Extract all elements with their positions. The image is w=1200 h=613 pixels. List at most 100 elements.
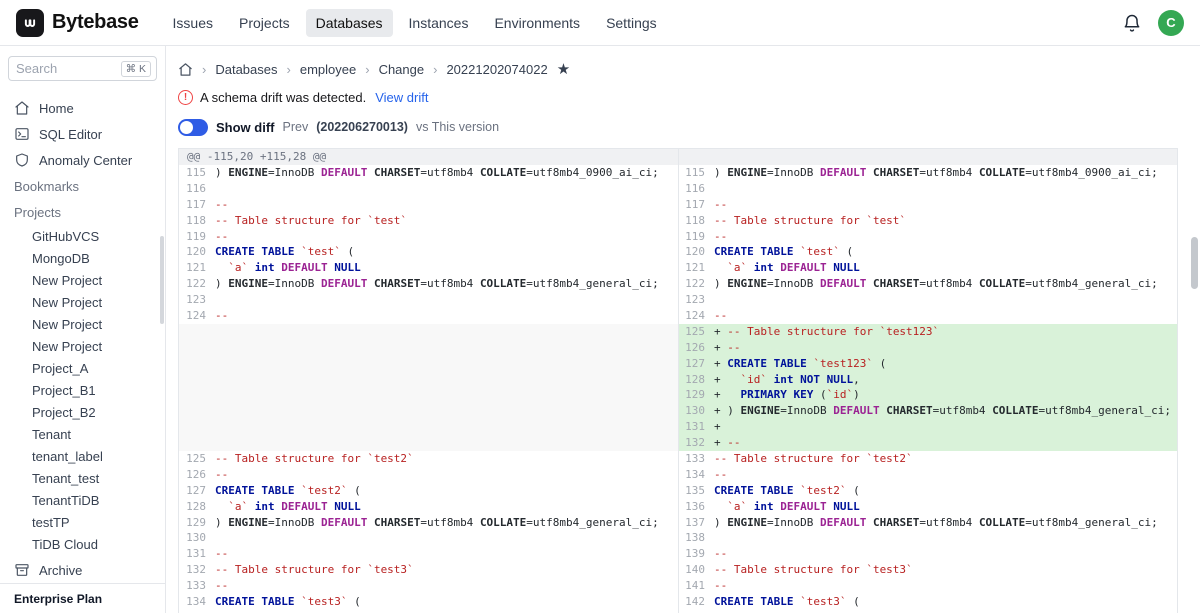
diff-cell-left — [179, 324, 678, 340]
diff-cell-right: 120CREATE TABLE `test` ( — [678, 244, 1177, 260]
diff-cell-left: 131-- — [179, 546, 678, 562]
line-number: 121 — [678, 260, 714, 276]
line-number: 131 — [179, 546, 215, 562]
sidebar-item-label: Home — [39, 101, 74, 116]
page-scrollbar[interactable] — [1191, 237, 1198, 289]
code-line: -- — [215, 546, 228, 562]
sidebar-section-bookmarks[interactable]: Bookmarks — [0, 173, 165, 199]
diff-rows: @@ -115,20 +115,28 @@ 115) ENGINE=InnoDB… — [179, 149, 1177, 610]
user-avatar[interactable]: C — [1158, 10, 1184, 36]
sidebar-project-item[interactable]: TenantTiDB — [0, 489, 165, 511]
diff-row: 131+ — [179, 419, 1177, 435]
sidebar-item-archive[interactable]: Archive — [0, 557, 165, 583]
diff-cell-left: 132-- Table structure for `test3` — [179, 562, 678, 578]
sidebar-scrollbar[interactable] — [160, 236, 164, 324]
alert-warning-icon: ! — [178, 90, 193, 105]
sidebar-item-anomaly-center[interactable]: Anomaly Center — [0, 147, 165, 173]
code-line: ) ENGINE=InnoDB DEFAULT CHARSET=utf8mb4 … — [714, 276, 1158, 292]
diff-cell-right: 129+ PRIMARY KEY (`id`) — [678, 387, 1177, 403]
diff-cell-right: 118-- Table structure for `test` — [678, 213, 1177, 229]
code-line: `a` int DEFAULT NULL — [215, 499, 361, 515]
line-number: 123 — [678, 292, 714, 308]
diff-cell-left — [179, 387, 678, 403]
diff-cell-left: 119-- — [179, 229, 678, 245]
sidebar-project-item[interactable]: tenant_label — [0, 445, 165, 467]
nav-item-settings[interactable]: Settings — [596, 9, 667, 37]
diff-cell-right: 137) ENGINE=InnoDB DEFAULT CHARSET=utf8m… — [678, 515, 1177, 531]
sidebar-project-item[interactable]: Project_B2 — [0, 401, 165, 423]
sidebar-project-item[interactable]: New Project — [0, 313, 165, 335]
diff-cell-left: 126-- — [179, 467, 678, 483]
line-number: 140 — [678, 562, 714, 578]
diff-row: 128+ `id` int NOT NULL, — [179, 372, 1177, 388]
vs-label: vs This version — [416, 120, 499, 134]
sidebar-project-item[interactable]: testTP — [0, 511, 165, 533]
sidebar-project-item[interactable]: MongoDB — [0, 247, 165, 269]
sidebar-item-home[interactable]: Home — [0, 95, 165, 121]
diff-cell-left: 120CREATE TABLE `test` ( — [179, 244, 678, 260]
line-number: 133 — [179, 578, 215, 594]
breadcrumb-home-icon[interactable] — [178, 62, 193, 77]
prev-version[interactable]: (202206270013) — [316, 120, 408, 134]
breadcrumb-item[interactable]: Change — [379, 62, 425, 77]
diff-cell-left — [179, 419, 678, 435]
diff-row: 134CREATE TABLE `test3` (142CREATE TABLE… — [179, 594, 1177, 610]
diff-cell-left: 115) ENGINE=InnoDB DEFAULT CHARSET=utf8m… — [179, 165, 678, 181]
sidebar-search[interactable]: ⌘ K — [8, 56, 157, 81]
diff-cell-left: 116 — [179, 181, 678, 197]
code-line: `a` int DEFAULT NULL — [714, 499, 860, 515]
bytebase-logo[interactable]: Bytebase — [16, 9, 139, 37]
diff-cell-left — [179, 340, 678, 356]
sidebar-project-item[interactable]: TiDB Cloud — [0, 533, 165, 555]
sidebar-item-sql-editor[interactable]: SQL Editor — [0, 121, 165, 147]
sidebar-project-item[interactable]: New Project — [0, 291, 165, 313]
line-number: 132 — [678, 435, 714, 451]
diff-cell-right: 139-- — [678, 546, 1177, 562]
line-number: 129 — [179, 515, 215, 531]
view-drift-link[interactable]: View drift — [375, 90, 428, 105]
nav-item-environments[interactable]: Environments — [484, 9, 590, 37]
diff-row: 117--117-- — [179, 197, 1177, 213]
sidebar-project-item[interactable]: Project_A — [0, 357, 165, 379]
show-diff-toggle[interactable] — [178, 119, 208, 136]
bookmark-star-icon[interactable]: ★ — [557, 62, 570, 77]
sidebar-project-item[interactable]: Tenant_test — [0, 467, 165, 489]
diff-cell-right: 135CREATE TABLE `test2` ( — [678, 483, 1177, 499]
code-line: -- — [714, 197, 727, 213]
diff-cell-left: 134CREATE TABLE `test3` ( — [179, 594, 678, 610]
code-line: -- — [215, 308, 228, 324]
code-line: + -- — [714, 340, 741, 356]
code-line: -- Table structure for `test3` — [714, 562, 913, 578]
breadcrumb-separator: › — [287, 62, 291, 77]
nav-item-databases[interactable]: Databases — [306, 9, 393, 37]
diff-cell-right: 122) ENGINE=InnoDB DEFAULT CHARSET=utf8m… — [678, 276, 1177, 292]
search-input[interactable] — [16, 61, 121, 76]
diff-row: 123 123 — [179, 292, 1177, 308]
code-line: -- Table structure for `test3` — [215, 562, 414, 578]
nav-item-instances[interactable]: Instances — [399, 9, 479, 37]
diff-row: 129) ENGINE=InnoDB DEFAULT CHARSET=utf8m… — [179, 515, 1177, 531]
diff-cell-right: 130+ ) ENGINE=InnoDB DEFAULT CHARSET=utf… — [678, 403, 1177, 419]
sidebar-project-item[interactable]: GitHubVCS — [0, 225, 165, 247]
diff-cell-right: 116 — [678, 181, 1177, 197]
breadcrumb-item[interactable]: 20221202074022 — [446, 62, 547, 77]
code-line: CREATE TABLE `test2` ( — [714, 483, 860, 499]
breadcrumb-item[interactable]: employee — [300, 62, 356, 77]
line-number — [179, 403, 215, 419]
notification-bell-icon[interactable] — [1122, 13, 1142, 33]
breadcrumb-separator: › — [202, 62, 206, 77]
alert-text: A schema drift was detected. — [200, 90, 366, 105]
diff-cell-right: 126+ -- — [678, 340, 1177, 356]
schema-drift-alert: ! A schema drift was detected. View drif… — [178, 88, 1178, 106]
diff-cell-right: 125+ -- Table structure for `test123` — [678, 324, 1177, 340]
line-number: 123 — [179, 292, 215, 308]
nav-item-issues[interactable]: Issues — [163, 9, 223, 37]
nav-item-projects[interactable]: Projects — [229, 9, 300, 37]
sidebar-project-item[interactable]: New Project — [0, 269, 165, 291]
diff-cell-left: 127CREATE TABLE `test2` ( — [179, 483, 678, 499]
sidebar-project-item[interactable]: Tenant — [0, 423, 165, 445]
sidebar-project-item[interactable]: Project_B1 — [0, 379, 165, 401]
sidebar-project-item[interactable]: New Project — [0, 335, 165, 357]
code-line: -- Table structure for `test` — [215, 213, 407, 229]
breadcrumb-item[interactable]: Databases — [215, 62, 277, 77]
